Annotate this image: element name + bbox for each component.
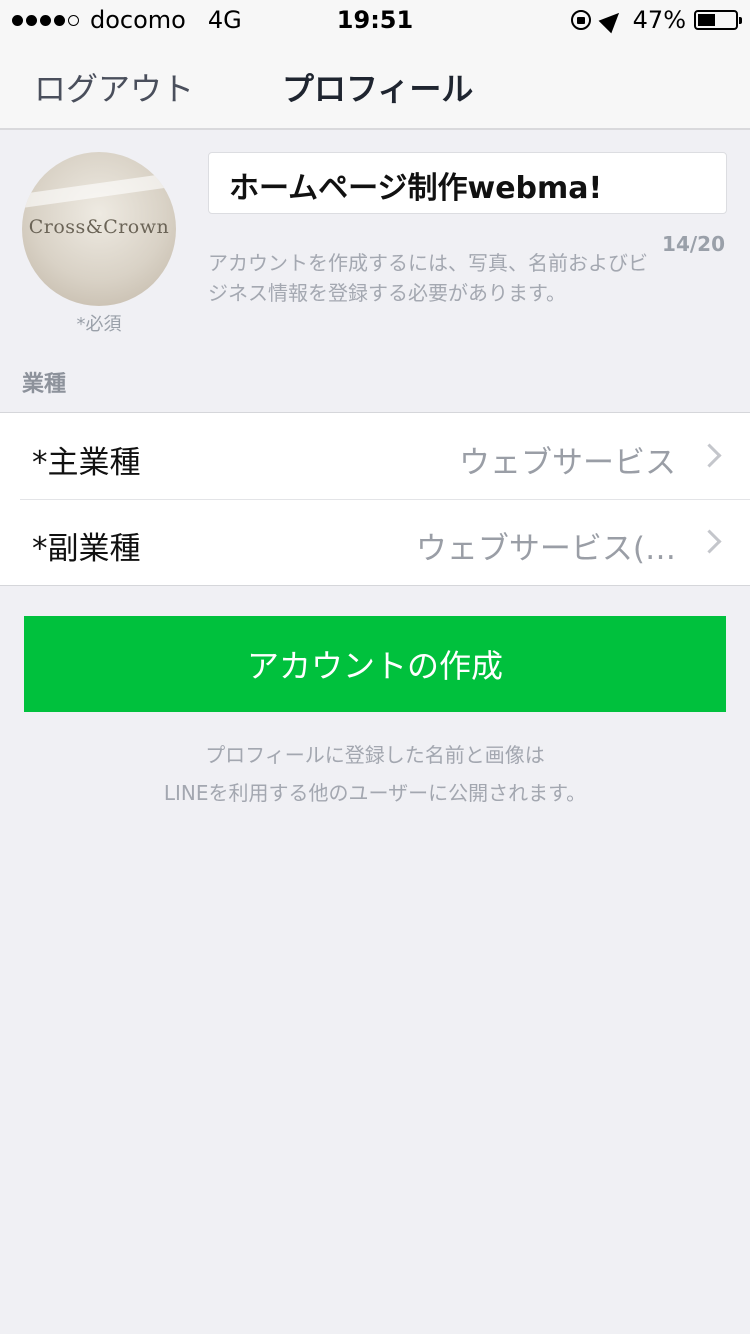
create-account-button[interactable]: アカウントの作成 [24,616,726,712]
row-label: *副業種 [32,531,141,567]
location-arrow-icon [598,6,626,34]
profile-photo[interactable]: Cross&Crown [22,152,176,306]
row-value: ウェブサービス [459,445,676,481]
logout-button[interactable]: ログアウト [34,64,194,110]
disclaimer: プロフィールに登録した名前と画像は LINEを利用する他のユーザーに公開されます… [0,736,750,812]
avatar-logo-text: Cross&Crown [28,216,170,238]
navigation-bar: ログアウト プロフィール [0,40,750,130]
category-section-label: 業種 [22,372,67,397]
help-text: アカウントを作成するには、写真、名前およびビジネス情報を登録する必要があります。 [208,251,648,305]
status-right: 47% [570,6,742,34]
character-count: 14/20 [662,232,725,256]
required-note: *必須 [76,314,122,335]
secondary-category-row[interactable]: *副業種 ウェブサービス(… [0,499,750,585]
chevron-right-icon [697,529,722,554]
page-title: プロフィール [282,70,474,108]
profile-section: Cross&Crown *必須 ホームページ制作webma! 14/20 アカウ… [0,130,750,360]
status-bar: docomo 4G 19:51 47% [0,0,750,40]
primary-category-row[interactable]: *主業種 ウェブサービス [0,413,750,499]
disclaimer-line: プロフィールに登録した名前と画像は [205,743,545,767]
rotation-lock-icon [570,10,591,30]
battery-icon [694,10,742,30]
disclaimer-line: LINEを利用する他のユーザーに公開されます。 [163,781,587,805]
battery-fill [698,14,715,26]
account-name-input[interactable]: ホームページ制作webma! [208,152,727,214]
row-value: ウェブサービス(… [415,531,676,567]
battery-percent: 47% [632,6,686,34]
row-label: *主業種 [32,445,141,481]
category-list: *主業種 ウェブサービス *副業種 ウェブサービス(… [0,412,750,586]
chevron-right-icon [697,443,722,468]
